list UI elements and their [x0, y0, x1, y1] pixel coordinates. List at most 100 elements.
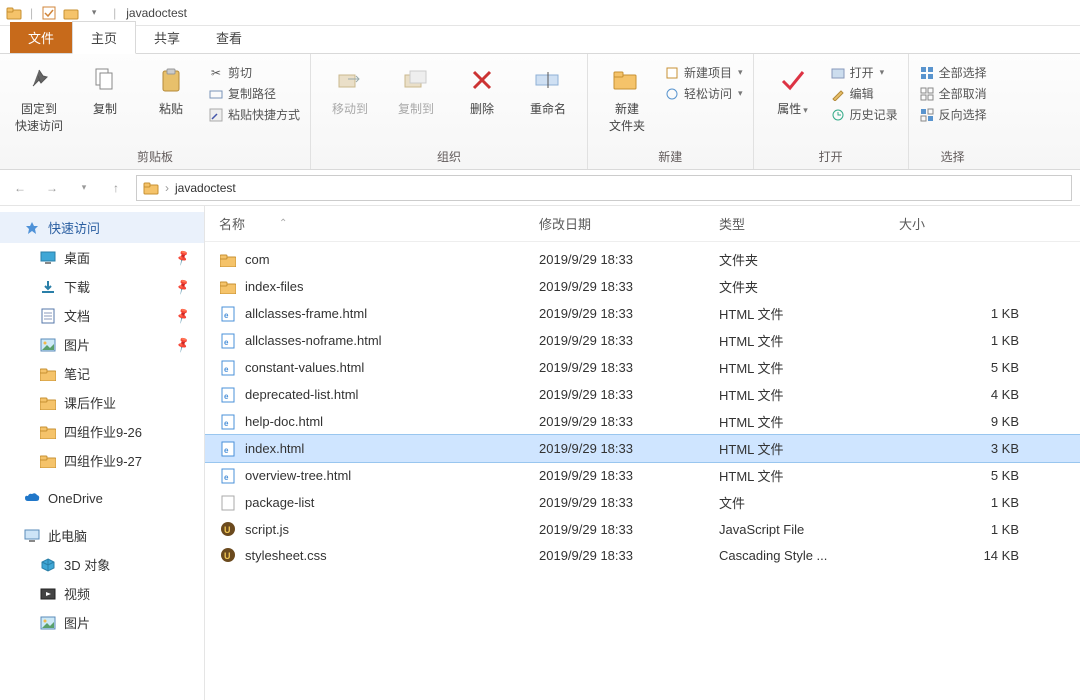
file-row[interactable]: eoverview-tree.html 2019/9/29 18:33 HTML… [205, 462, 1080, 489]
properties-button[interactable]: 属性 [764, 60, 822, 117]
sidebar-item[interactable]: 视频 [0, 579, 204, 608]
file-row[interactable]: eallclasses-frame.html 2019/9/29 18:33 H… [205, 300, 1080, 327]
sidebar-item[interactable]: 笔记 [0, 359, 204, 388]
open-button[interactable]: 打开 [830, 64, 898, 81]
sidebar-item[interactable]: 图片 [0, 608, 204, 637]
window-title: javadoctest [126, 6, 187, 20]
file-size: 4 KB [899, 387, 1059, 402]
tab-file[interactable]: 文件 [10, 22, 72, 53]
tab-home[interactable]: 主页 [72, 21, 136, 54]
file-row[interactable]: ehelp-doc.html 2019/9/29 18:33 HTML 文件 9… [205, 408, 1080, 435]
nav-recent-dropdown[interactable]: ▾ [72, 176, 96, 200]
sidebar-item[interactable]: 桌面📌 [0, 243, 204, 272]
sidebar-item[interactable]: 四组作业9-27 [0, 446, 204, 475]
file-row[interactable]: Ustylesheet.css 2019/9/29 18:33 Cascadin… [205, 542, 1080, 568]
file-name: com [245, 252, 270, 267]
nav-forward-button[interactable]: → [40, 176, 64, 200]
col-name[interactable]: 名称⌃ [219, 214, 539, 233]
file-date: 2019/9/29 18:33 [539, 495, 719, 510]
new-item-button[interactable]: 新建项目 [664, 64, 743, 81]
pin-to-quick-access-button[interactable]: 固定到 快速访问 [10, 60, 68, 134]
svg-text:e: e [224, 419, 229, 428]
copy-to-button[interactable]: 复制到 [387, 60, 445, 117]
qat-dropdown-icon[interactable] [83, 3, 103, 23]
file-type: 文件夹 [719, 250, 899, 269]
file-type: Cascading Style ... [719, 548, 899, 563]
html-icon: e [219, 386, 237, 404]
file-row[interactable]: eindex.html 2019/9/29 18:33 HTML 文件 3 KB [205, 435, 1080, 462]
sidebar-quick-access[interactable]: 快速访问 [0, 212, 204, 243]
copy-path-button[interactable]: 复制路径 [208, 85, 300, 102]
new-folder-button[interactable]: 新建 文件夹 [598, 60, 656, 134]
col-type[interactable]: 类型 [719, 214, 899, 233]
sidebar-item-label: 3D 对象 [64, 555, 110, 574]
qat-folder2-icon[interactable] [61, 3, 81, 23]
qat-check-icon[interactable] [39, 3, 59, 23]
copyto-icon [400, 64, 432, 96]
select-none-button[interactable]: 全部取消 [919, 85, 987, 102]
sidebar-item[interactable]: 图片📌 [0, 330, 204, 359]
copy-icon [89, 64, 121, 96]
file-name: index-files [245, 279, 304, 294]
history-button[interactable]: 历史记录 [830, 106, 898, 123]
paste-shortcut-button[interactable]: 粘贴快捷方式 [208, 106, 300, 123]
nav-back-button[interactable]: ← [8, 176, 32, 200]
sidebar-item[interactable]: 课后作业 [0, 388, 204, 417]
sidebar-item[interactable]: 3D 对象 [0, 550, 204, 579]
html-icon: e [219, 305, 237, 323]
copy-button[interactable]: 复制 [76, 60, 134, 117]
easy-access-button[interactable]: 轻松访问 [664, 85, 743, 102]
svg-text:e: e [224, 365, 229, 374]
nav-up-button[interactable]: ↑ [104, 176, 128, 200]
file-date: 2019/9/29 18:33 [539, 252, 719, 267]
file-date: 2019/9/29 18:33 [539, 333, 719, 348]
file-type: HTML 文件 [719, 304, 899, 323]
file-type: HTML 文件 [719, 439, 899, 458]
title-separator: | [113, 6, 116, 20]
cloud-icon [24, 490, 40, 506]
file-row[interactable]: index-files 2019/9/29 18:33 文件夹 [205, 273, 1080, 300]
folder-icon [40, 453, 56, 469]
group-clipboard: 固定到 快速访问 复制 粘贴 ✂剪切 复制路径 粘贴快捷方式 剪贴板 [0, 54, 311, 169]
paste-button[interactable]: 粘贴 [142, 60, 200, 117]
column-headers: 名称⌃ 修改日期 类型 大小 [205, 206, 1080, 242]
path-icon [208, 86, 224, 102]
sidebar-item[interactable]: 下载📌 [0, 272, 204, 301]
file-row[interactable]: econstant-values.html 2019/9/29 18:33 HT… [205, 354, 1080, 381]
file-size: 9 KB [899, 414, 1059, 429]
tab-share[interactable]: 共享 [136, 22, 198, 53]
tab-view[interactable]: 查看 [198, 22, 260, 53]
file-date: 2019/9/29 18:33 [539, 387, 719, 402]
move-to-button[interactable]: 移动到 [321, 60, 379, 117]
sidebar-onedrive[interactable]: OneDrive [0, 485, 204, 511]
file-date: 2019/9/29 18:33 [539, 360, 719, 375]
file-pane: 名称⌃ 修改日期 类型 大小 com 2019/9/29 18:33 文件夹 i… [205, 206, 1080, 700]
pin-icon: 📌 [174, 306, 192, 324]
address-bar[interactable]: › javadoctest [136, 175, 1072, 201]
edit-button[interactable]: 编辑 [830, 85, 898, 102]
file-row[interactable]: package-list 2019/9/29 18:33 文件 1 KB [205, 489, 1080, 516]
file-row[interactable]: com 2019/9/29 18:33 文件夹 [205, 246, 1080, 273]
file-row[interactable]: edeprecated-list.html 2019/9/29 18:33 HT… [205, 381, 1080, 408]
sidebar-this-pc[interactable]: 此电脑 [0, 521, 204, 550]
col-size[interactable]: 大小 [899, 214, 1059, 233]
pic-icon [40, 615, 56, 631]
invert-selection-button[interactable]: 反向选择 [919, 106, 987, 123]
qat-folder-icon[interactable] [4, 3, 24, 23]
html-icon: e [219, 440, 237, 458]
delete-button[interactable]: 删除 [453, 60, 511, 117]
newitem-icon [664, 65, 680, 81]
file-name: package-list [245, 495, 314, 510]
select-all-button[interactable]: 全部选择 [919, 64, 987, 81]
sidebar-item[interactable]: 四组作业9-26 [0, 417, 204, 446]
file-row[interactable]: Uscript.js 2019/9/29 18:33 JavaScript Fi… [205, 516, 1080, 542]
file-date: 2019/9/29 18:33 [539, 279, 719, 294]
folder-icon [40, 424, 56, 440]
html-icon: e [219, 413, 237, 431]
breadcrumb-item[interactable]: javadoctest [175, 181, 236, 195]
cut-button[interactable]: ✂剪切 [208, 64, 300, 81]
rename-button[interactable]: 重命名 [519, 60, 577, 117]
file-row[interactable]: eallclasses-noframe.html 2019/9/29 18:33… [205, 327, 1080, 354]
col-date[interactable]: 修改日期 [539, 214, 719, 233]
sidebar-item[interactable]: 文档📌 [0, 301, 204, 330]
